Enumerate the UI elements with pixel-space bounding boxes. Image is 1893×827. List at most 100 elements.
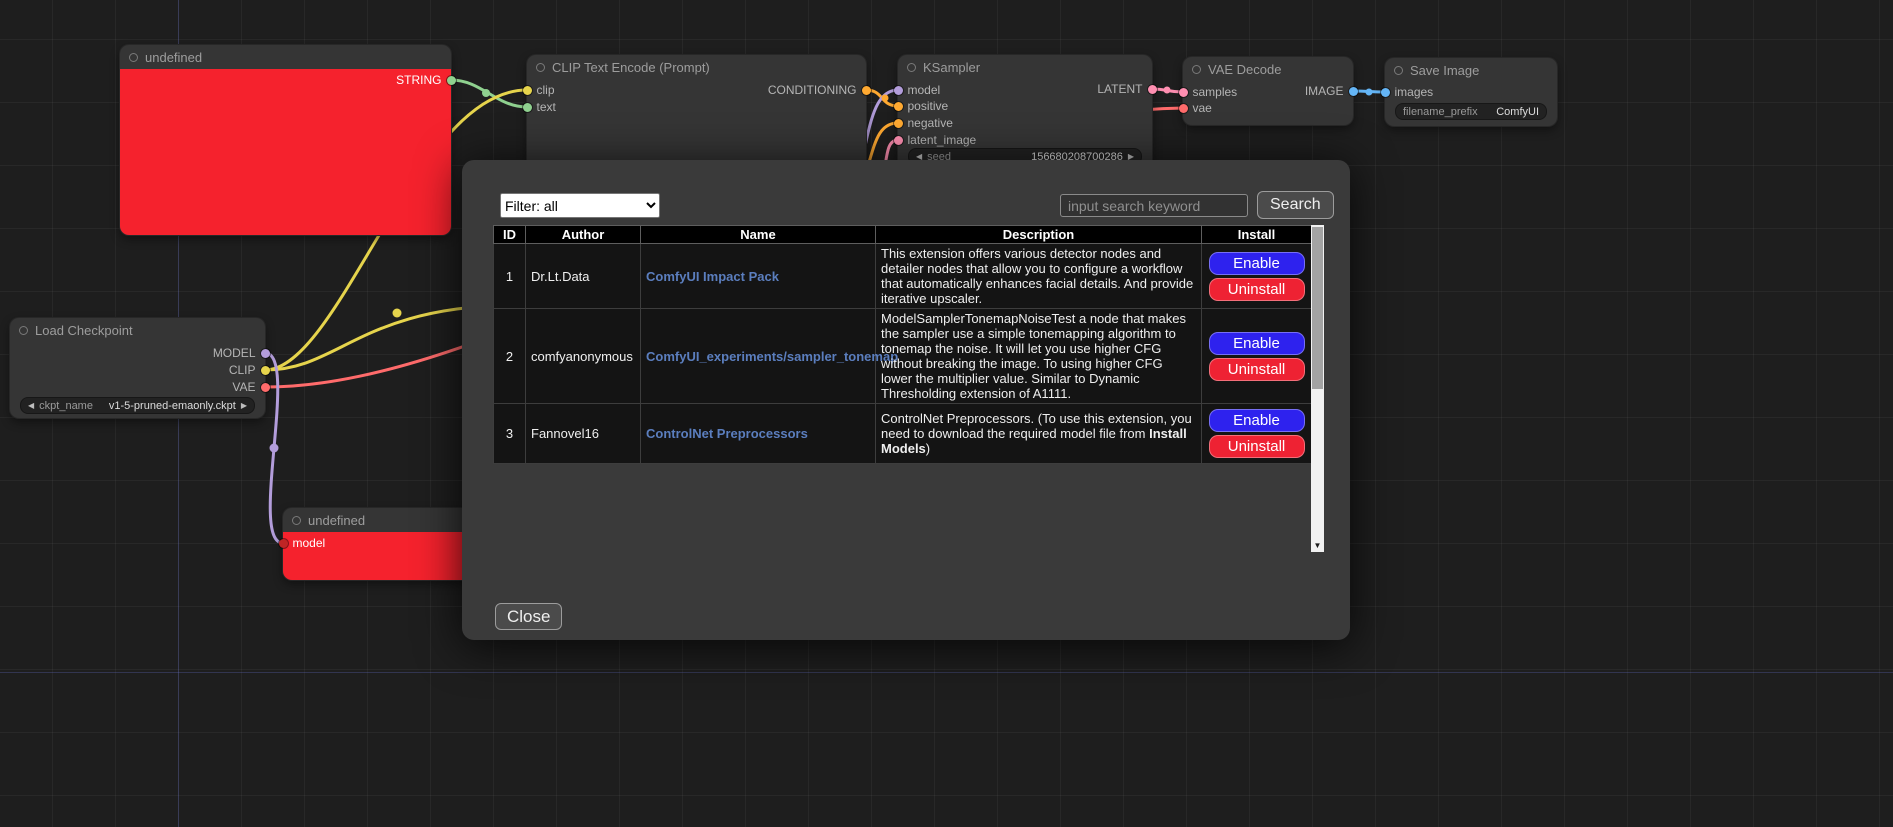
uninstall-button[interactable]: Uninstall	[1209, 358, 1305, 381]
output-slot-clip[interactable]: CLIP	[229, 362, 265, 378]
link-midpoint-dot	[882, 95, 889, 102]
node-header[interactable]: Load Checkpoint	[10, 318, 265, 342]
input-slot-vae[interactable]: vae	[1183, 100, 1212, 116]
input-slot-images[interactable]: images	[1385, 84, 1433, 100]
scroll-down-arrow-icon[interactable]: ▼	[1311, 539, 1324, 552]
next-arrow-icon[interactable]: ▶	[241, 402, 247, 410]
node-title: Save Image	[1410, 63, 1479, 78]
link-midpoint-dot	[482, 89, 490, 97]
filter-select[interactable]: Filter: all	[500, 193, 660, 218]
input-slot-samples[interactable]: samples	[1183, 84, 1237, 100]
node-header[interactable]: KSampler	[898, 55, 1152, 79]
extension-row: 3Fannovel16ControlNet PreprocessorsContr…	[494, 404, 1312, 464]
widget-value: ComfyUI	[1496, 106, 1539, 118]
table-scrollbar[interactable]: ▼	[1311, 225, 1324, 552]
latent-slot-dot[interactable]	[1148, 85, 1157, 94]
node-undefined-bottom[interactable]: undefined model	[283, 508, 473, 580]
search-button[interactable]: Search	[1257, 191, 1334, 219]
row-author: comfyanonymous	[526, 309, 641, 404]
slot-label: images	[1395, 85, 1434, 99]
row-name: ComfyUI_experiments/sampler_tonemap	[641, 309, 876, 404]
output-slot-image[interactable]: IMAGE	[1305, 83, 1353, 99]
input-slot-positive[interactable]: positive	[898, 98, 948, 114]
extension-link[interactable]: ComfyUI Impact Pack	[646, 269, 779, 284]
slot-label: CONDITIONING	[768, 83, 857, 97]
row-id: 3	[494, 404, 526, 464]
node-header[interactable]: CLIP Text Encode (Prompt)	[527, 55, 866, 79]
enable-button[interactable]: Enable	[1209, 332, 1305, 355]
latent-image-slot-dot[interactable]	[894, 136, 903, 145]
input-slot-model[interactable]: model	[898, 82, 940, 98]
missing-node-body	[120, 69, 451, 235]
slot-label: model	[908, 83, 941, 97]
row-author: Dr.Lt.Data	[526, 244, 641, 309]
node-graph-canvas[interactable]: undefined STRING CLIP Text Encode (Promp…	[0, 0, 1893, 827]
node-vae-decode[interactable]: VAE Decode samples vae IMAGE	[1183, 57, 1353, 125]
model-slot-dot[interactable]	[279, 539, 288, 548]
slot-label: clip	[537, 83, 555, 97]
node-undefined-top[interactable]: undefined STRING	[120, 45, 451, 235]
collapse-toggle-icon[interactable]	[536, 63, 545, 72]
column-header: Description	[876, 226, 1202, 244]
images-slot-dot[interactable]	[1381, 88, 1390, 97]
row-name: ControlNet Preprocessors	[641, 404, 876, 464]
collapse-toggle-icon[interactable]	[1394, 66, 1403, 75]
node-header[interactable]: Save Image	[1385, 58, 1557, 82]
collapse-toggle-icon[interactable]	[292, 516, 301, 525]
link-midpoint-dot	[393, 309, 402, 318]
collapse-toggle-icon[interactable]	[19, 326, 28, 335]
output-slot-string[interactable]: STRING	[396, 72, 451, 88]
input-slot-model[interactable]: model	[283, 535, 325, 551]
slot-label: MODEL	[213, 346, 256, 360]
input-slot-clip[interactable]: clip	[527, 82, 555, 98]
row-install: Enable Uninstall	[1202, 309, 1312, 404]
output-slot-conditioning[interactable]: CONDITIONING	[768, 82, 866, 98]
output-slot-latent[interactable]: LATENT	[1097, 81, 1152, 97]
link-midpoint-dot	[1164, 87, 1171, 94]
string-slot-dot[interactable]	[447, 76, 456, 85]
collapse-toggle-icon[interactable]	[1192, 65, 1201, 74]
samples-slot-dot[interactable]	[1179, 88, 1188, 97]
clip-slot-dot[interactable]	[523, 86, 532, 95]
output-slot-vae[interactable]: VAE	[232, 379, 265, 395]
extension-link[interactable]: ControlNet Preprocessors	[646, 426, 808, 441]
extension-link[interactable]: ComfyUI_experiments/sampler_tonemap	[646, 349, 898, 364]
node-header[interactable]: VAE Decode	[1183, 57, 1353, 81]
enable-button[interactable]: Enable	[1209, 409, 1305, 432]
input-slot-latent-image[interactable]: latent_image	[898, 132, 976, 148]
node-header[interactable]: undefined	[120, 45, 451, 69]
collapse-toggle-icon[interactable]	[907, 63, 916, 72]
enable-button[interactable]: Enable	[1209, 252, 1305, 275]
search-input[interactable]	[1060, 194, 1248, 217]
filename-prefix-widget[interactable]: filename_prefix ComfyUI	[1395, 103, 1547, 120]
image-slot-dot[interactable]	[1349, 87, 1358, 96]
conditioning-slot-dot[interactable]	[862, 86, 871, 95]
clip-slot-dot[interactable]	[261, 366, 270, 375]
vae-slot-dot[interactable]	[261, 383, 270, 392]
scrollbar-thumb[interactable]	[1312, 227, 1323, 389]
uninstall-button[interactable]: Uninstall	[1209, 278, 1305, 301]
slot-label: STRING	[396, 73, 441, 87]
output-slot-model[interactable]: MODEL	[213, 345, 265, 361]
link-midpoint-dot	[1366, 89, 1373, 96]
negative-slot-dot[interactable]	[894, 119, 903, 128]
input-slot-negative[interactable]: negative	[898, 115, 953, 131]
node-save-image[interactable]: Save Image images filename_prefix ComfyU…	[1385, 58, 1557, 126]
slot-label: latent_image	[908, 133, 977, 147]
widget-value: v1-5-pruned-emaonly.ckpt	[109, 400, 236, 412]
uninstall-button[interactable]: Uninstall	[1209, 435, 1305, 458]
model-slot-dot[interactable]	[261, 349, 270, 358]
collapse-toggle-icon[interactable]	[129, 53, 138, 62]
positive-slot-dot[interactable]	[894, 102, 903, 111]
prev-arrow-icon[interactable]: ◀	[28, 402, 34, 410]
ckpt-name-widget[interactable]: ◀ ckpt_name v1-5-pruned-emaonly.ckpt ▶	[20, 397, 255, 414]
close-button[interactable]: Close	[495, 603, 562, 630]
node-title: undefined	[308, 513, 365, 528]
node-load-checkpoint[interactable]: Load Checkpoint MODEL CLIP VAE ◀ ckpt_na…	[10, 318, 265, 418]
vae-slot-dot[interactable]	[1179, 104, 1188, 113]
column-header: Name	[641, 226, 876, 244]
node-header[interactable]: undefined	[283, 508, 473, 532]
input-slot-text[interactable]: text	[527, 99, 556, 115]
text-slot-dot[interactable]	[523, 103, 532, 112]
model-slot-dot[interactable]	[894, 86, 903, 95]
